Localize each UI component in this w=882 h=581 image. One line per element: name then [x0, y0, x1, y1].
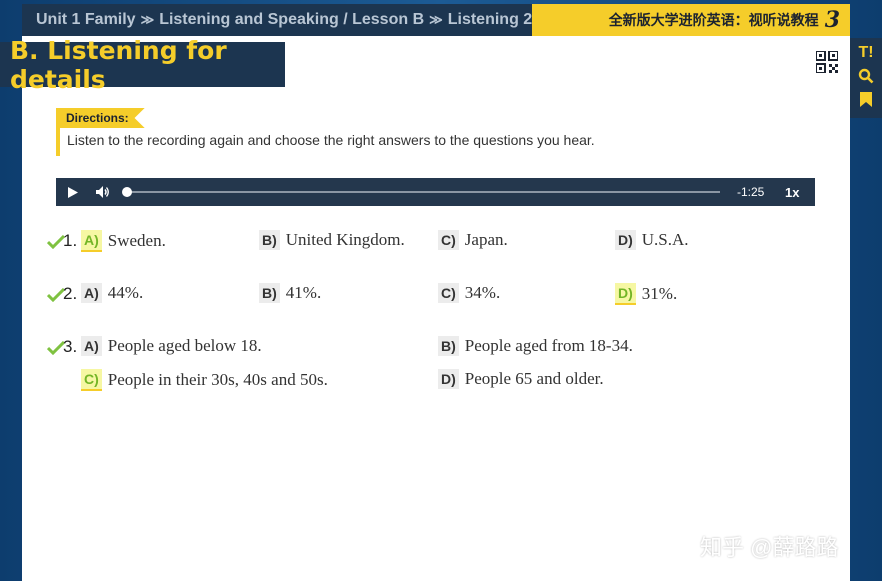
time-remaining: -1:25	[737, 185, 765, 199]
option-text: 34%.	[464, 283, 501, 302]
progress-knob[interactable]	[122, 187, 132, 197]
option-letter: A)	[81, 336, 102, 356]
option-letter: B)	[259, 230, 280, 250]
book-title-banner: 全新版大学进阶英语：视听说教程 3	[532, 4, 850, 36]
bookmark-icon[interactable]	[860, 92, 872, 110]
audio-player: -1:25 1x	[56, 178, 815, 206]
top-bar: Unit 1 Family ≫ Listening and Speaking /…	[22, 4, 850, 36]
option-1c[interactable]: C) Japan.	[438, 230, 508, 250]
option-text: 44%.	[107, 283, 144, 302]
option-1d[interactable]: D) U.S.A.	[615, 230, 689, 250]
option-3b[interactable]: B) People aged from 18-34.	[438, 336, 633, 356]
volume-icon	[96, 186, 109, 198]
option-letter: D)	[615, 283, 636, 305]
directions-text: Listen to the recording again and choose…	[67, 132, 595, 148]
question-number: 2.	[63, 284, 78, 303]
breadcrumb-unit[interactable]: Unit 1 Family	[36, 11, 136, 29]
progress-track[interactable]	[122, 187, 720, 197]
directions-box: Directions: Listen to the recording agai…	[56, 108, 816, 156]
question-number: 3.	[63, 337, 78, 356]
volume-button[interactable]	[90, 178, 116, 206]
section-title: B. Listening for details	[0, 36, 285, 94]
side-toolbar: T!	[850, 38, 882, 118]
breadcrumb-separator: ≫	[140, 12, 155, 27]
breadcrumb: Unit 1 Family ≫ Listening and Speaking /…	[22, 4, 532, 36]
option-3d[interactable]: D) People 65 and older.	[438, 369, 604, 389]
option-letter: D)	[438, 369, 459, 389]
option-text: 31%.	[641, 284, 678, 303]
breadcrumb-current: Listening 2	[447, 11, 533, 28]
play-button[interactable]	[56, 178, 90, 206]
breadcrumb-lesson[interactable]: Listening and Speaking / Lesson B	[159, 11, 424, 29]
qr-code-icon[interactable]	[815, 50, 839, 74]
option-letter: C)	[438, 230, 459, 250]
book-title: 全新版大学进阶英语：视听说教程	[608, 12, 819, 28]
option-2c[interactable]: C) 34%.	[438, 283, 500, 303]
option-text: People aged below 18.	[107, 336, 262, 355]
option-text: United Kingdom.	[285, 230, 405, 249]
option-text: Sweden.	[107, 231, 166, 250]
option-letter: C)	[438, 283, 459, 303]
question-number: 1.	[63, 231, 78, 250]
option-text: People in their 30s, 40s and 50s.	[107, 370, 328, 389]
option-letter: B)	[259, 283, 280, 303]
option-text: Japan.	[464, 230, 508, 249]
book-number: 3	[824, 7, 840, 33]
search-icon[interactable]	[858, 68, 874, 86]
option-2a[interactable]: A) 44%.	[81, 283, 143, 303]
option-1b[interactable]: B) United Kingdom.	[259, 230, 405, 250]
option-text: U.S.A.	[641, 230, 689, 249]
option-3a[interactable]: A) People aged below 18.	[81, 336, 262, 356]
option-text: People aged from 18-34.	[464, 336, 633, 355]
directions-tag: Directions:	[60, 108, 145, 128]
option-letter: D)	[615, 230, 636, 250]
text-size-icon[interactable]: T!	[858, 44, 873, 62]
watermark: 知乎 @薛路路	[700, 535, 839, 560]
option-letter: C)	[81, 369, 102, 391]
option-letter: A)	[81, 283, 102, 303]
breadcrumb-separator: ≫	[429, 12, 443, 27]
playback-speed-button[interactable]: 1x	[785, 185, 799, 200]
option-2b[interactable]: B) 41%.	[259, 283, 321, 303]
option-2d[interactable]: D) 31%.	[615, 283, 677, 305]
option-letter: B)	[438, 336, 459, 356]
option-text: 41%.	[285, 283, 322, 302]
option-letter: A)	[81, 230, 102, 252]
option-1a[interactable]: A) Sweden.	[81, 230, 166, 252]
option-3c[interactable]: C) People in their 30s, 40s and 50s.	[81, 369, 328, 391]
option-text: People 65 and older.	[464, 369, 604, 388]
